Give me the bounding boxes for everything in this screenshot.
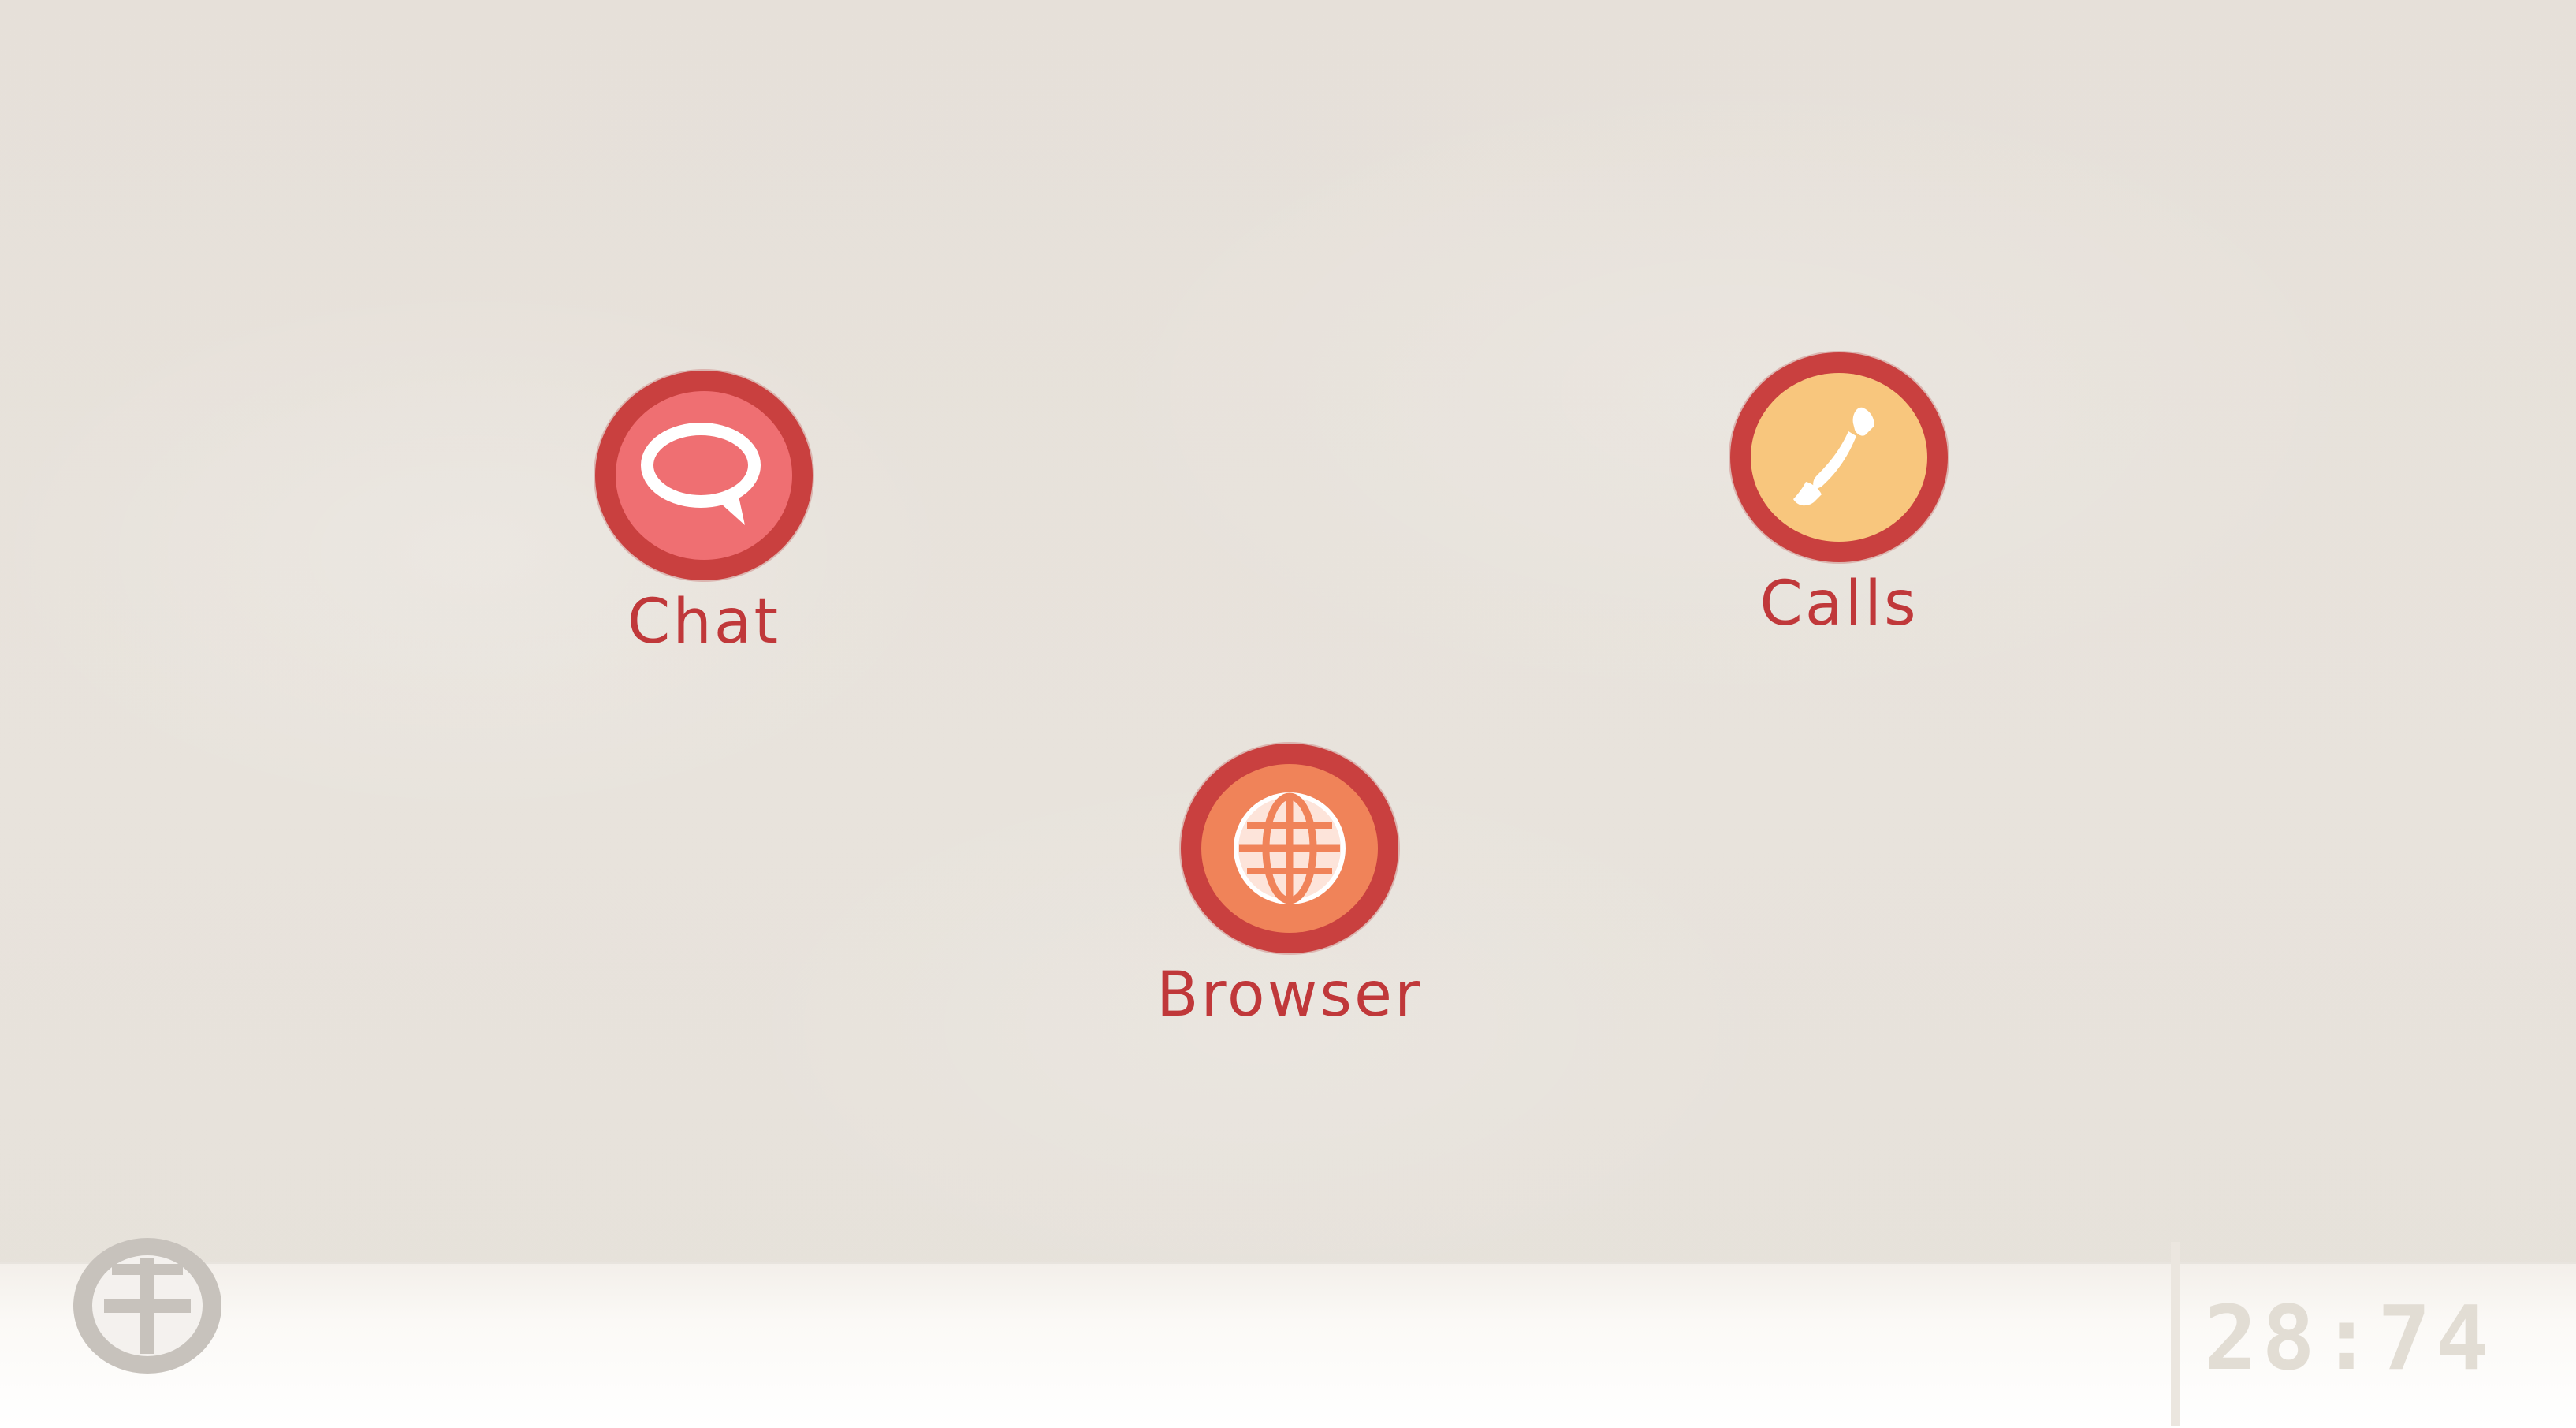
grid-icon <box>73 1238 221 1374</box>
chat-bubble-icon <box>641 423 761 525</box>
calls-label: Calls <box>1759 569 1919 639</box>
desktop: Chat Calls Browser <box>0 0 2576 1262</box>
chat-label: Chat <box>627 587 781 658</box>
browser-label: Browser <box>1156 960 1423 1031</box>
browser-app-icon[interactable]: Browser <box>1156 744 1422 1026</box>
system-clock[interactable]: 28:74 <box>2204 1295 2493 1383</box>
start-button[interactable] <box>69 1234 225 1378</box>
calls-icon-ring <box>1730 352 1948 562</box>
calls-app-icon[interactable]: Calls <box>1730 352 1948 635</box>
chat-icon-ring <box>595 371 813 580</box>
chat-app-icon[interactable]: Chat <box>595 371 813 653</box>
phone-icon <box>1793 407 1874 506</box>
tray-divider <box>2171 1242 2180 1426</box>
taskbar <box>0 1262 2576 1428</box>
browser-icon-ring <box>1180 744 1398 953</box>
globe-icon <box>1233 792 1346 904</box>
